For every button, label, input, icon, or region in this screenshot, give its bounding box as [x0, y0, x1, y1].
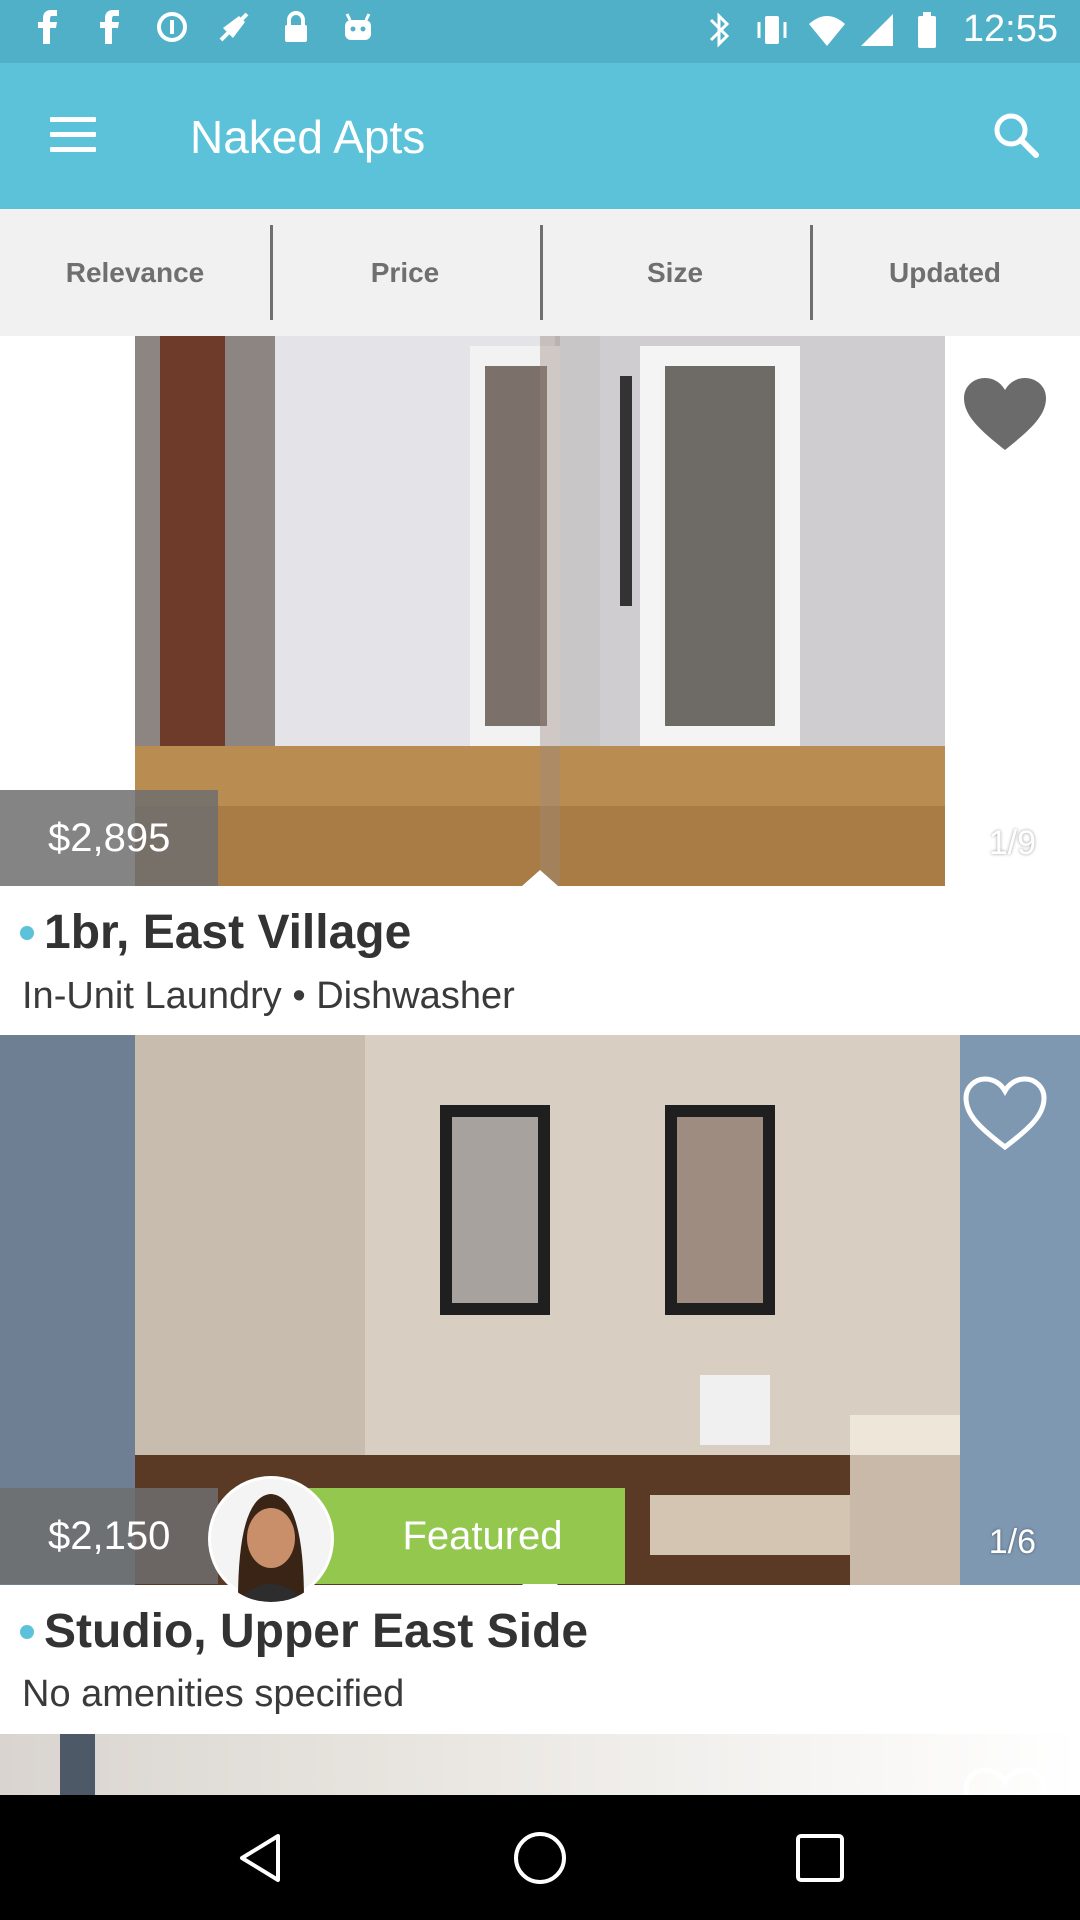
- photo-detail: [60, 1734, 95, 1795]
- listing-amenities: In-Unit Laundry • Dishwasher: [22, 975, 515, 1017]
- listing-title-text: 1br, East Village: [44, 906, 412, 959]
- home-icon[interactable]: [505, 1823, 575, 1893]
- android-icon: [338, 10, 378, 50]
- facebook-icon: [90, 10, 130, 50]
- status-dot: [20, 925, 34, 940]
- listing-photo[interactable]: $2,895 1/9: [0, 336, 1080, 886]
- lock-icon: [276, 10, 316, 50]
- listing-title-text: Studio, Upper East Side: [44, 1605, 589, 1658]
- data-saver-icon: [152, 10, 192, 50]
- system-nav-bar: [0, 1795, 1080, 1920]
- tab-relevance[interactable]: Relevance: [0, 209, 270, 336]
- notification-icons: [28, 10, 378, 50]
- app-bar: Naked Apts: [0, 63, 1080, 209]
- status-dot: [20, 1624, 34, 1639]
- bluetooth-icon: [703, 10, 735, 50]
- caret-indicator: [522, 870, 558, 886]
- favorite-heart-icon[interactable]: [960, 374, 1050, 454]
- wifi-icon: [807, 10, 845, 50]
- app-title: Naked Apts: [190, 111, 426, 163]
- clock: 12:55: [962, 8, 1058, 50]
- listing-title[interactable]: Studio, Upper East Side: [20, 1604, 588, 1659]
- tab-updated[interactable]: Updated: [810, 209, 1080, 336]
- agent-avatar[interactable]: [208, 1476, 334, 1602]
- facebook-icon: [28, 10, 68, 50]
- battery-icon: [911, 10, 943, 50]
- recents-icon[interactable]: [785, 1823, 855, 1893]
- featured-badge: Featured: [300, 1488, 625, 1584]
- listing-amenities: No amenities specified: [22, 1673, 405, 1715]
- signal-icon: [859, 10, 893, 50]
- menu-icon[interactable]: [50, 117, 96, 153]
- search-icon[interactable]: [990, 109, 1042, 161]
- listing-photo[interactable]: [0, 1734, 1080, 1795]
- photo-counter: 1/6: [988, 1523, 1036, 1561]
- system-status: 12:55: [703, 8, 1058, 51]
- price-tag: $2,150: [0, 1488, 219, 1584]
- tab-size[interactable]: Size: [540, 209, 810, 336]
- no-location-icon: [214, 10, 254, 50]
- price-tag: $2,895: [0, 790, 219, 886]
- listing-title[interactable]: 1br, East Village: [20, 905, 411, 960]
- tab-price[interactable]: Price: [270, 209, 540, 336]
- vibrate-icon: [755, 10, 787, 50]
- favorite-heart-icon[interactable]: [960, 1073, 1050, 1153]
- status-bar: 12:55: [0, 0, 1080, 63]
- back-icon[interactable]: [225, 1823, 295, 1893]
- photo-counter: 1/9: [988, 824, 1036, 862]
- favorite-heart-icon[interactable]: [960, 1764, 1050, 1795]
- sort-tabs: Relevance Price Size Updated: [0, 209, 1080, 336]
